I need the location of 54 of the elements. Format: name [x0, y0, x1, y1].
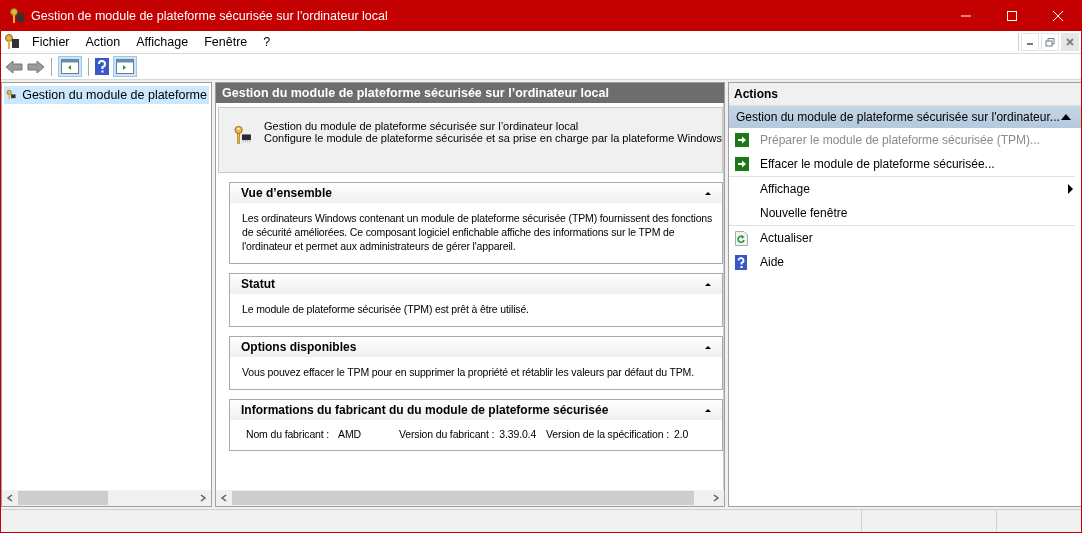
description-text: Configure le module de plateforme sécurisée et sa prise en charge par la plateforme Windows — [264, 132, 722, 144]
key-chip-icon — [4, 34, 20, 50]
section-title: Vue d’ensemble — [241, 186, 333, 200]
section-title: Options disponibles — [241, 340, 358, 354]
horizontal-scrollbar[interactable] — [2, 490, 211, 506]
restore-icon — [1045, 37, 1055, 47]
help-icon — [735, 254, 747, 270]
menu-item[interactable]: Fenêtre — [196, 35, 256, 49]
minimize-button[interactable] — [1021, 33, 1039, 51]
collapse-caret-icon[interactable] — [705, 191, 711, 195]
pane-header: Actions — [729, 83, 1081, 106]
menu-item[interactable]: Action — [77, 35, 129, 49]
menu-item[interactable]: Fichier — [24, 35, 78, 49]
close-button[interactable] — [1061, 33, 1079, 51]
pane-header: Gestion du module de plateforme sécurisée sur l’ordinateur local — [216, 83, 724, 103]
description-text: Gestion du module de plateforme sécurisée sur l’ordinateur local — [264, 120, 580, 132]
help-icon[interactable] — [95, 58, 109, 75]
section-title: Informations du fabricant du du module de plateforme sécurisée — [241, 403, 610, 417]
collapse-caret-icon[interactable] — [705, 345, 711, 349]
forward-arrow-icon[interactable] — [27, 58, 45, 75]
show-hide-tree-button[interactable] — [58, 56, 82, 77]
field-label: Nom du fabricant : — [246, 428, 330, 440]
maximize-icon — [1006, 9, 1018, 22]
tree-item[interactable]: Gestion du module de plateforme — [4, 86, 209, 104]
close-icon — [1065, 37, 1075, 47]
menu-item[interactable]: ? — [255, 35, 279, 49]
field-label: Version du fabricant : — [399, 428, 495, 440]
task-link[interactable]: Effacer le module de plateforme sécurisée... — [729, 152, 1075, 176]
section-text: Le module de plateforme sécurisée (TPM) est prêt à être utilisé. — [242, 302, 530, 316]
menu-item[interactable]: Affichage — [128, 35, 197, 49]
restore-button[interactable] — [1041, 33, 1059, 51]
close-icon — [1052, 9, 1064, 22]
back-arrow-icon[interactable] — [5, 58, 23, 75]
arrow-icon — [735, 133, 749, 147]
show-hide-action-pane-button[interactable] — [113, 56, 137, 77]
section-text: Vous pouvez effacer le TPM pour en supprimer la propriété et rétablir les valeurs par défaut du TPM. — [242, 365, 695, 379]
collapse-caret-icon[interactable] — [705, 408, 711, 412]
horizontal-scrollbar[interactable] — [216, 490, 724, 506]
task-link[interactable]: Nouvelle fenêtre — [729, 201, 1075, 225]
action-group-header[interactable]: Gestion du module de plateforme sécurisée sur l'ordinateur... — [729, 106, 1081, 128]
field-value: 2.0 — [674, 428, 689, 440]
key-chip-icon — [9, 7, 25, 24]
field-value: 3.39.0.4 — [499, 428, 537, 440]
section-text: Les ordinateurs Windows contenant un module de plateforme sécurisée (TPM) fournissent des fonctions de sécurité améliorées. Ce composant logiciel enfichable affiche des informations sur le TPM de l'ordinateur et permet aux administrateurs de gérer l'appareil. — [242, 211, 714, 253]
section-title: Statut — [241, 277, 276, 291]
arrow-icon — [735, 157, 749, 171]
field-label: Version de la spécification : — [546, 428, 669, 440]
field-value: AMD — [338, 428, 361, 440]
task-link[interactable]: Affichage — [729, 176, 1075, 201]
task-link[interactable]: Actualiser — [729, 225, 1075, 250]
collapse-caret-icon[interactable] — [705, 282, 711, 286]
refresh-icon — [735, 230, 748, 246]
task-link[interactable]: Aide — [729, 250, 1075, 274]
window-title: Gestion de module de plateforme sécurisée sur l'ordinateur local — [31, 8, 389, 23]
